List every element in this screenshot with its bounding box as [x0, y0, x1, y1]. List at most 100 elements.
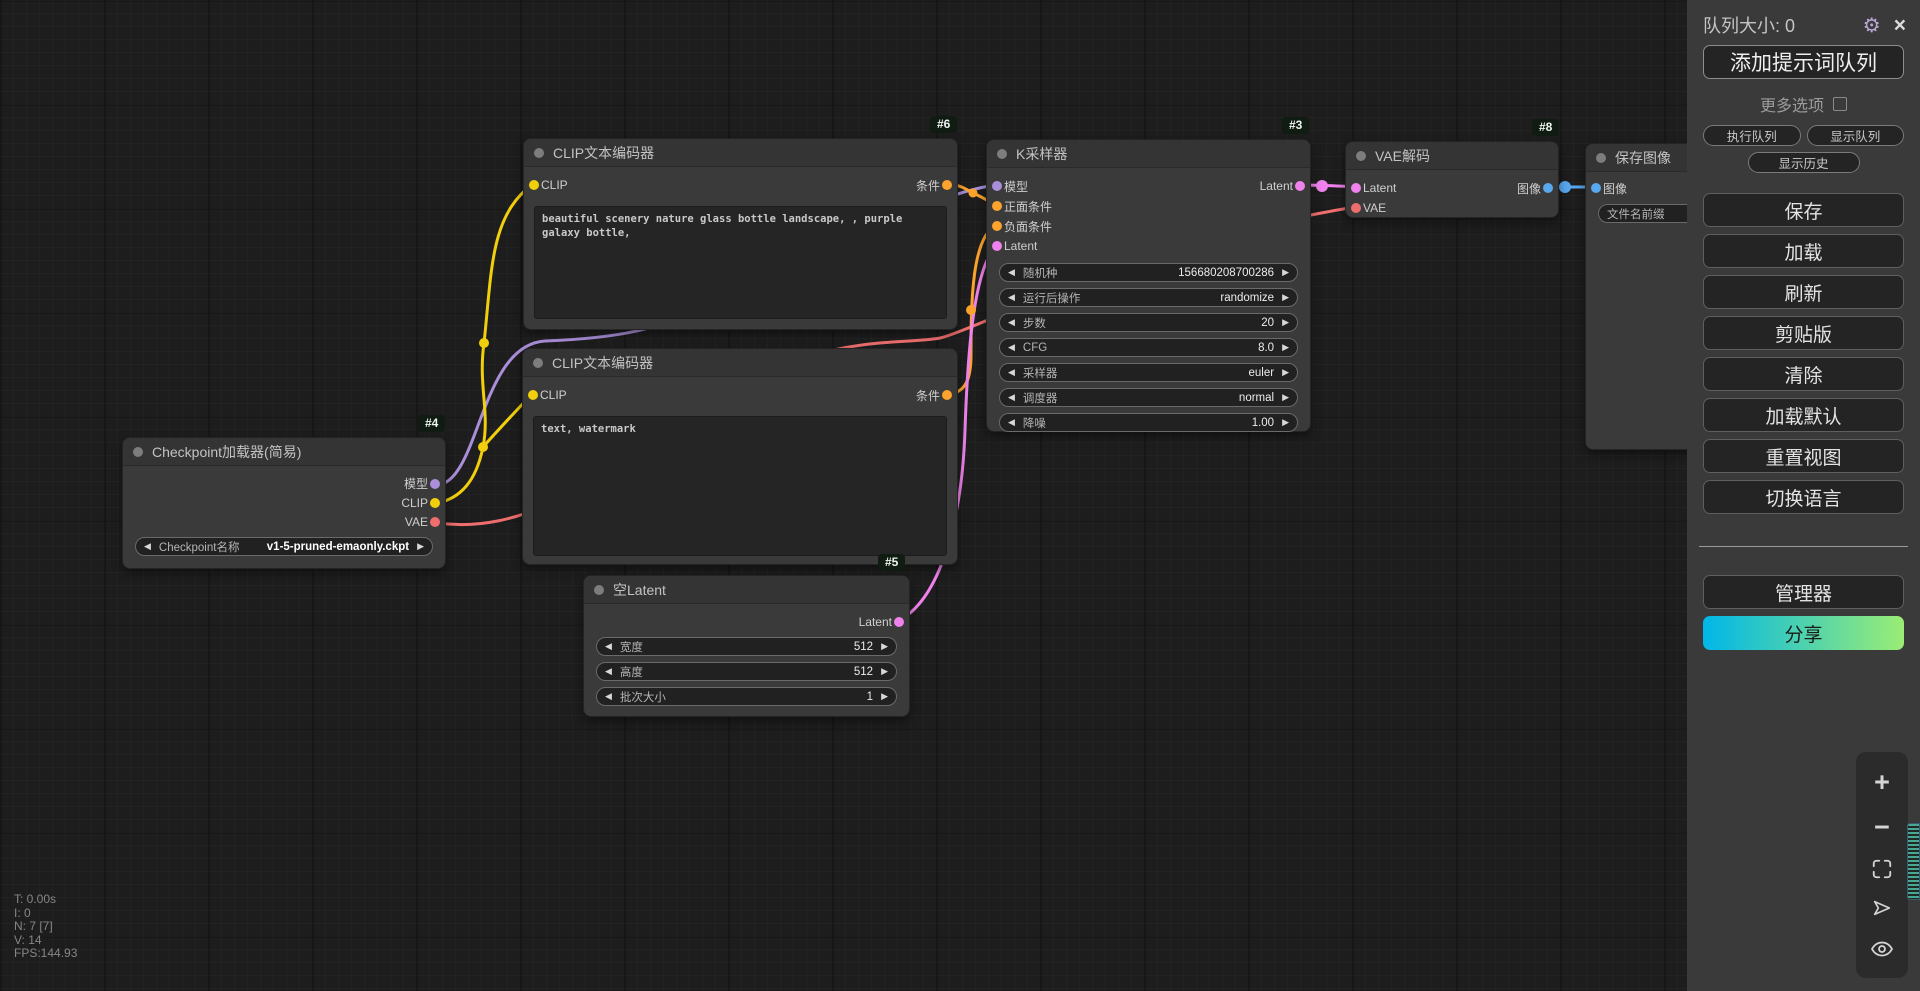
widget-height[interactable]: 高度 512 [596, 662, 897, 681]
increment-arrow-icon[interactable] [1282, 343, 1289, 352]
input-slot-model[interactable] [992, 181, 1002, 191]
increment-arrow-icon[interactable] [1282, 293, 1289, 302]
increment-arrow-icon[interactable] [1282, 268, 1289, 277]
zoom-out-button[interactable]: − [1874, 814, 1890, 841]
load-button[interactable]: 加载 [1703, 234, 1904, 268]
increment-arrow-icon[interactable] [1282, 368, 1289, 377]
exec-queue-button[interactable]: 执行队列 [1703, 125, 1801, 146]
decrement-arrow-icon[interactable] [1008, 393, 1015, 402]
node-clip-text-encode-positive[interactable]: CLIP文本编码器 CLIP 条件 beautiful scenery natu… [523, 138, 958, 330]
decrement-arrow-icon[interactable] [605, 667, 612, 676]
collapse-dot-icon[interactable] [1356, 151, 1366, 161]
collapse-dot-icon[interactable] [534, 148, 544, 158]
settings-gear-icon[interactable]: ⚙ [1863, 13, 1881, 38]
extra-options-checkbox[interactable] [1833, 97, 1847, 111]
reroute-dot[interactable] [479, 338, 489, 348]
node-title-bar[interactable]: Checkpoint加载器(简易) [123, 438, 445, 466]
clear-button[interactable]: 清除 [1703, 357, 1904, 391]
refresh-button[interactable]: 刷新 [1703, 275, 1904, 309]
widget-batch-size[interactable]: 批次大小 1 [596, 687, 897, 706]
increment-arrow-icon[interactable] [1282, 418, 1289, 427]
widget-seed[interactable]: 随机种 156680208700286 [999, 263, 1298, 282]
decrement-arrow-icon[interactable] [1008, 268, 1015, 277]
node-ksampler[interactable]: K采样器 模型 Latent 正面条件 负面条件 Latent 随机种 1566… [986, 139, 1311, 432]
widget-sampler-name[interactable]: 采样器 euler [999, 363, 1298, 382]
widget-checkpoint-name[interactable]: Checkpoint名称 v1-5-pruned-emaonly.ckpt [135, 537, 433, 556]
output-slot-conditioning[interactable] [942, 390, 952, 400]
collapse-dot-icon[interactable] [997, 149, 1007, 159]
increment-arrow-icon[interactable] [1282, 318, 1289, 327]
input-slot-negative[interactable] [992, 221, 1002, 231]
minimap-scrollbar[interactable] [1907, 823, 1920, 900]
close-icon[interactable]: × [1894, 15, 1906, 36]
input-slot-latent[interactable] [992, 241, 1002, 251]
reroute-dot[interactable] [1559, 181, 1571, 193]
widget-width[interactable]: 宽度 512 [596, 637, 897, 656]
widget-denoise[interactable]: 降噪 1.00 [999, 413, 1298, 432]
widget-control-after-generate[interactable]: 运行后操作 randomize [999, 288, 1298, 307]
output-slot-latent[interactable] [1295, 181, 1305, 191]
collapse-dot-icon[interactable] [133, 447, 143, 457]
node-title-bar[interactable]: CLIP文本编码器 [524, 139, 957, 167]
widget-scheduler[interactable]: 调度器 normal [999, 388, 1298, 407]
reset-view-button[interactable]: 重置视图 [1703, 439, 1904, 473]
node-title-bar[interactable]: K采样器 [987, 140, 1310, 168]
decrement-arrow-icon[interactable] [1008, 343, 1015, 352]
increment-arrow-icon[interactable] [417, 542, 424, 551]
widget-cfg[interactable]: CFG 8.0 [999, 338, 1298, 357]
clipboard-button[interactable]: 剪贴版 [1703, 316, 1904, 350]
decrement-arrow-icon[interactable] [144, 542, 151, 551]
node-vae-decode[interactable]: VAE解码 Latent 图像 VAE [1345, 141, 1559, 218]
fit-view-icon[interactable] [1871, 858, 1893, 880]
input-slot-latent[interactable] [1351, 183, 1361, 193]
queue-prompt-button[interactable]: 添加提示词队列 [1703, 45, 1904, 79]
decrement-arrow-icon[interactable] [1008, 418, 1015, 427]
output-slot-vae[interactable] [430, 517, 440, 527]
output-slot-clip[interactable] [430, 498, 440, 508]
node-clip-text-encode-negative[interactable]: CLIP文本编码器 CLIP 条件 text, watermark [522, 348, 958, 565]
collapse-dot-icon[interactable] [1596, 153, 1606, 163]
decrement-arrow-icon[interactable] [1008, 293, 1015, 302]
output-slot-image[interactable] [1543, 183, 1553, 193]
share-button[interactable]: 分享 [1703, 616, 1904, 650]
output-slot-model[interactable] [430, 479, 440, 489]
input-slot-image[interactable] [1591, 183, 1601, 193]
reroute-dot[interactable] [1316, 180, 1328, 192]
reroute-dot[interactable] [969, 189, 978, 198]
input-slot-clip[interactable] [529, 180, 539, 190]
zoom-in-button[interactable]: + [1874, 769, 1890, 796]
show-history-button[interactable]: 显示历史 [1748, 152, 1860, 173]
node-title-bar[interactable]: VAE解码 [1346, 142, 1558, 170]
reroute-dot[interactable] [478, 442, 488, 452]
save-button[interactable]: 保存 [1703, 193, 1904, 227]
node-save-image[interactable]: 保存图像 图像 文件名前缀 [1585, 143, 1687, 450]
decrement-arrow-icon[interactable] [605, 642, 612, 651]
node-checkpoint-loader[interactable]: Checkpoint加载器(简易) 模型 CLIP VAE Checkpoint… [122, 437, 446, 569]
node-title-bar[interactable]: 保存图像 [1586, 144, 1687, 172]
widget-filename-prefix[interactable]: 文件名前缀 [1598, 204, 1687, 223]
collapse-dot-icon[interactable] [594, 585, 604, 595]
decrement-arrow-icon[interactable] [605, 692, 612, 701]
select-pointer-icon[interactable] [1871, 897, 1893, 919]
prompt-text-input[interactable]: text, watermark [533, 416, 947, 556]
output-slot-latent[interactable] [894, 617, 904, 627]
decrement-arrow-icon[interactable] [1008, 318, 1015, 327]
load-default-button[interactable]: 加载默认 [1703, 398, 1904, 432]
toggle-language-button[interactable]: 切换语言 [1703, 480, 1904, 514]
increment-arrow-icon[interactable] [1282, 393, 1289, 402]
increment-arrow-icon[interactable] [881, 692, 888, 701]
increment-arrow-icon[interactable] [881, 667, 888, 676]
decrement-arrow-icon[interactable] [1008, 368, 1015, 377]
input-slot-vae[interactable] [1351, 203, 1361, 213]
input-slot-positive[interactable] [992, 201, 1002, 211]
show-queue-button[interactable]: 显示队列 [1807, 125, 1905, 146]
toggle-visibility-eye-icon[interactable] [1870, 937, 1894, 961]
node-title-bar[interactable]: 空Latent [584, 576, 909, 604]
prompt-text-input[interactable]: beautiful scenery nature glass bottle la… [534, 206, 947, 319]
output-slot-conditioning[interactable] [942, 180, 952, 190]
reroute-dot[interactable] [966, 305, 976, 315]
collapse-dot-icon[interactable] [533, 358, 543, 368]
node-graph-canvas[interactable]: #4 #6 #3 #8 #5 Checkpoint加载器(简易) 模型 CLIP… [0, 0, 1687, 991]
input-slot-clip[interactable] [528, 390, 538, 400]
manager-button[interactable]: 管理器 [1703, 575, 1904, 609]
